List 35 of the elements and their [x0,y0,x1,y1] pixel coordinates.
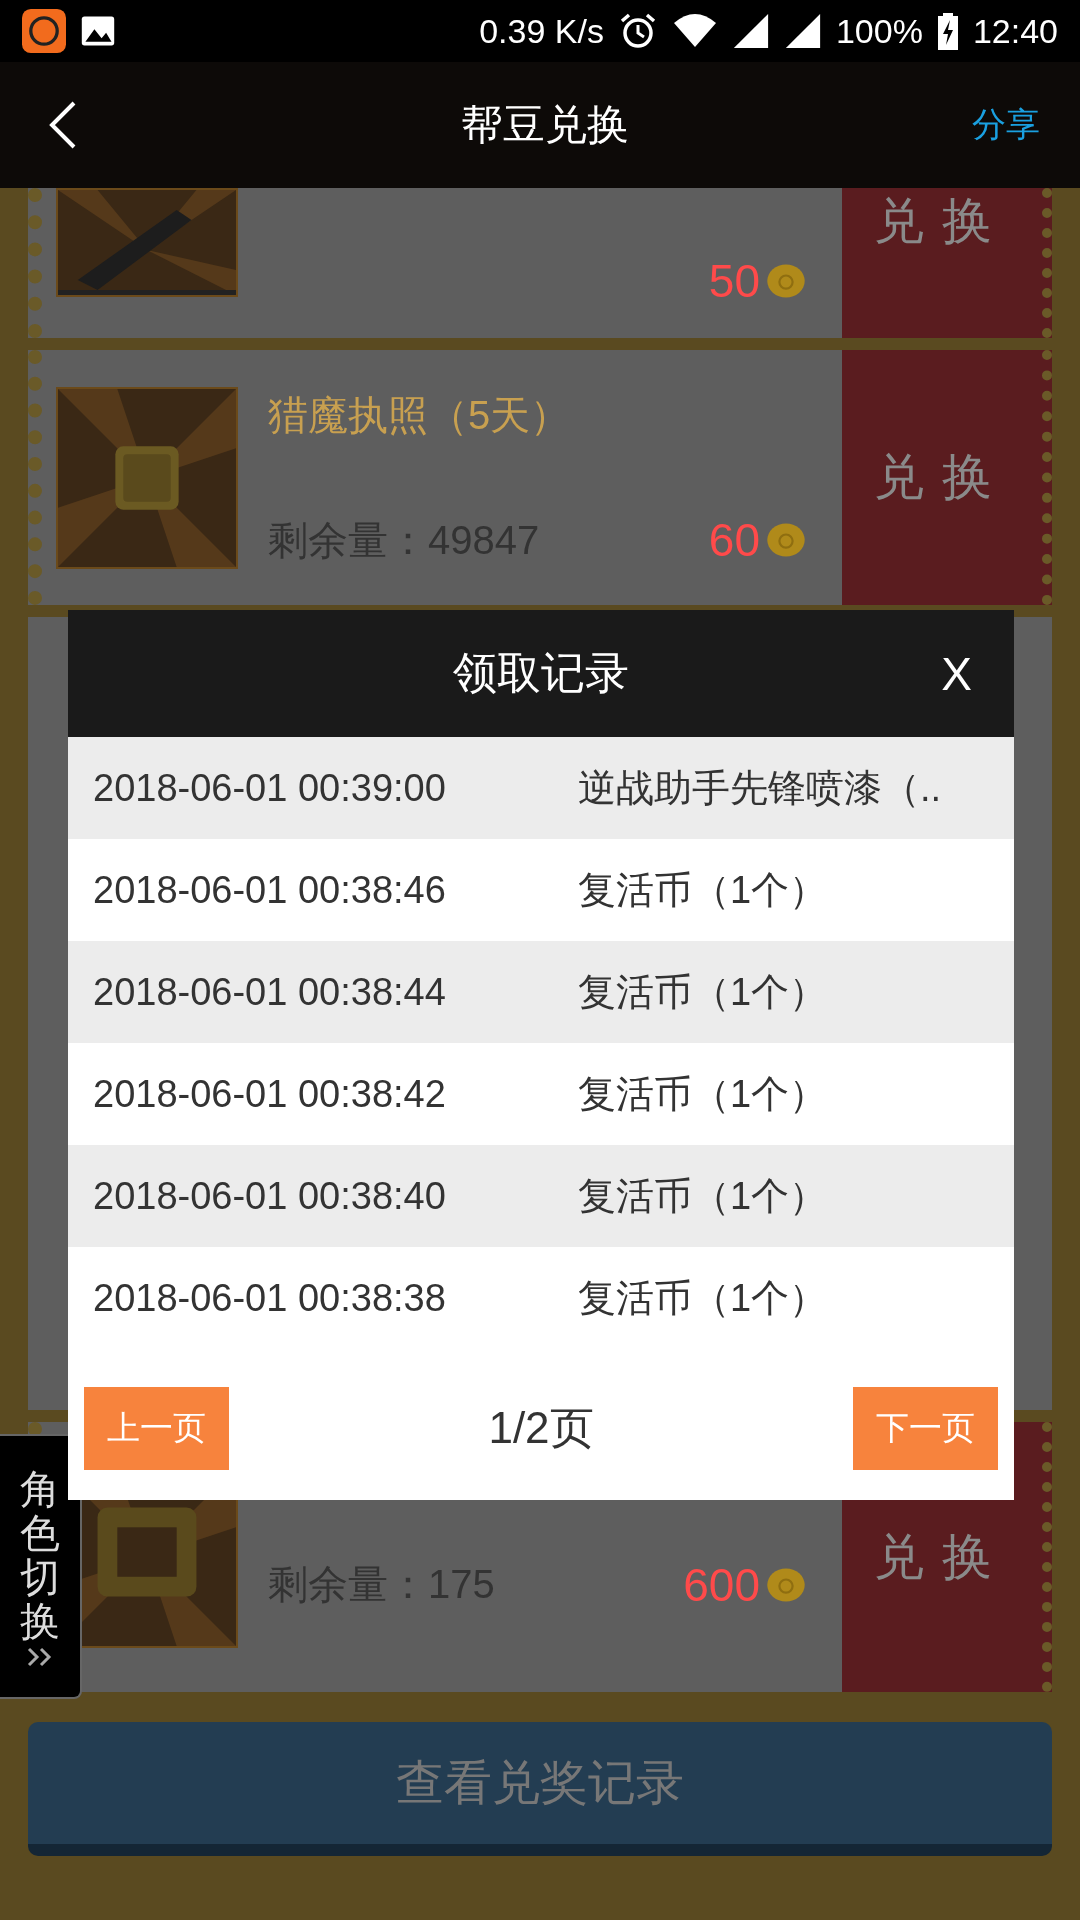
record-time: 2018-06-01 00:38:46 [92,868,447,912]
record-time: 2018-06-01 00:39:00 [92,766,447,810]
role-switch-tab[interactable]: 角色切换 [0,1434,82,1699]
record-item: 复活币（1个） [578,1071,828,1117]
item-name: 猎魔执照（5天） [268,391,572,439]
clock: 12:40 [972,11,1058,51]
exchange-button[interactable]: 兑换 [842,350,1052,605]
next-page-button[interactable]: 下一页 [853,1387,998,1470]
network-speed: 0.39 K/s [479,11,604,51]
record-item: 逆战助手先锋喷漆（.. [578,765,942,811]
record-item: 复活币（1个） [578,1275,828,1321]
view-records-button[interactable]: 查看兑奖记录 [28,1722,1052,1856]
price: 600 [683,1557,760,1612]
back-icon[interactable] [48,100,78,150]
record-time: 2018-06-01 00:38:42 [92,1072,447,1116]
price: 60 [708,513,760,567]
record-item: 复活币（1个） [578,969,828,1015]
price: 50 [708,254,760,308]
record-time: 2018-06-01 00:38:40 [92,1174,447,1218]
dialog-title: 领取记录 [453,647,629,699]
record-item: 复活币（1个） [578,867,828,913]
record-item: 复活币（1个） [578,1173,828,1219]
page-title: 帮豆兑换 [460,100,630,150]
signal-icon [731,12,770,50]
record-time: 2018-06-01 00:38:38 [92,1276,447,1320]
exchange-button[interactable]: 兑换 [842,188,1052,338]
battery-charging-icon [936,11,959,51]
close-button[interactable]: X [941,646,972,701]
share-link[interactable]: 分享 [972,102,1040,148]
app-icon [22,9,66,53]
prev-page-button[interactable]: 上一页 [84,1387,229,1470]
signal-icon [783,12,822,50]
page-indicator: 1/2页 [488,1402,594,1454]
battery-percent: 100% [835,11,923,51]
record-time: 2018-06-01 00:38:44 [92,970,447,1014]
